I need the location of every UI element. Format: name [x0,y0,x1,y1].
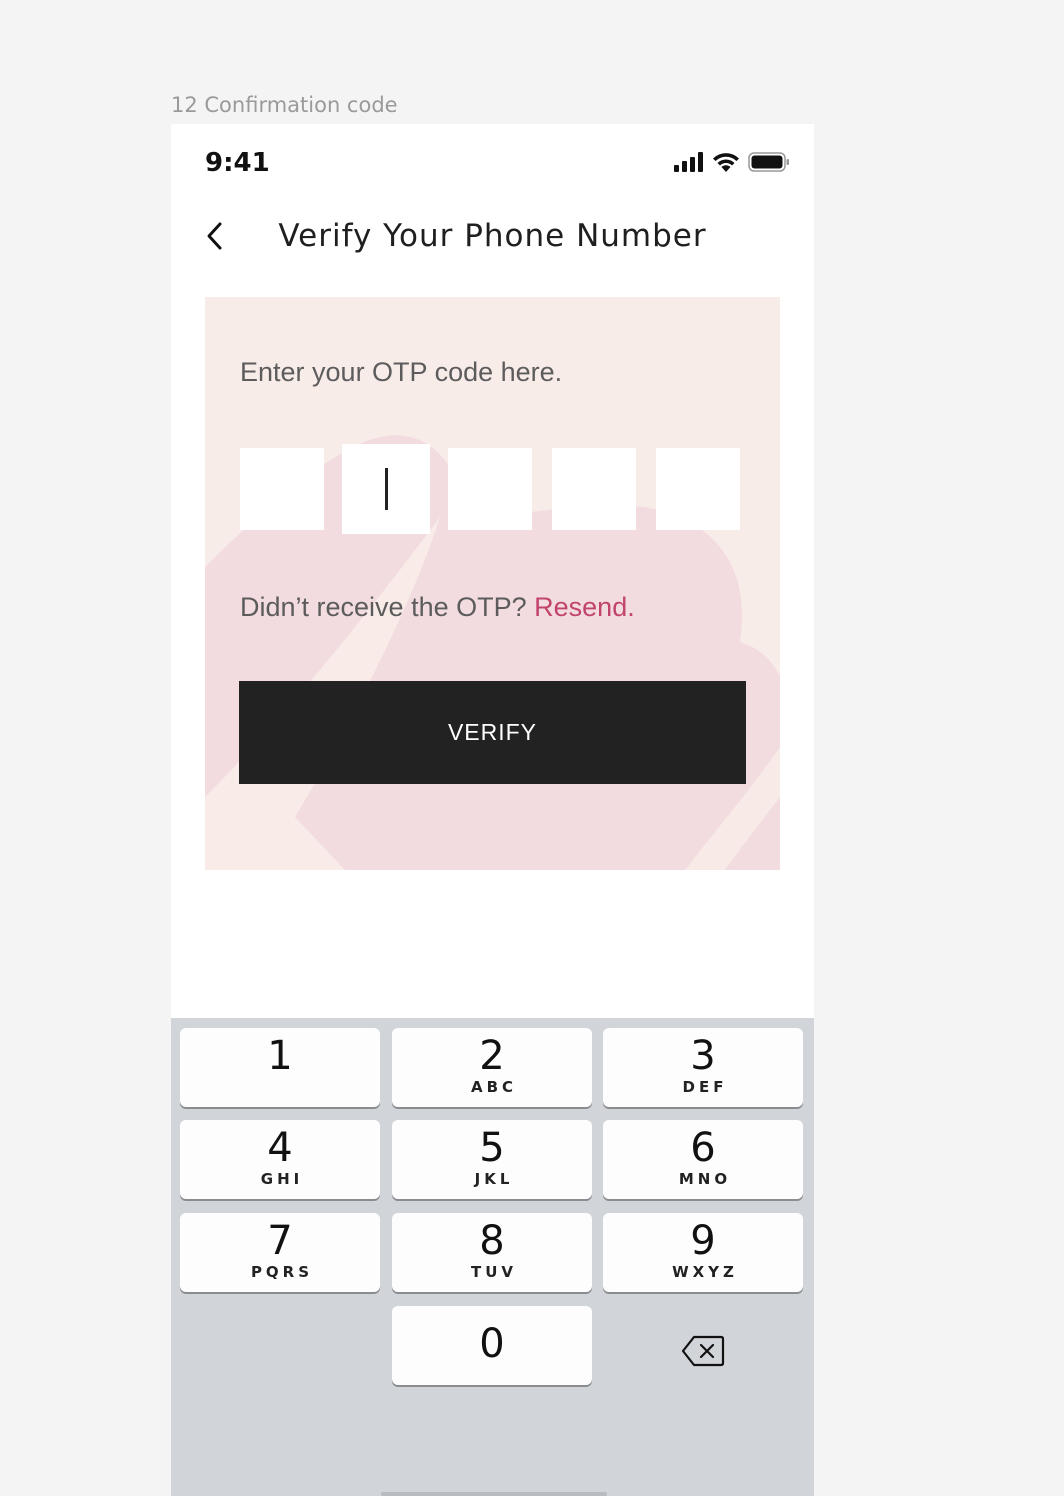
resend-line: Didn’t receive the OTP? Resend. [240,592,635,623]
key-digit: 3 [690,1033,716,1079]
key-0[interactable]: 0 [392,1306,592,1385]
otp-prompt: Enter your OTP code here. [240,357,563,387]
wifi-icon [712,152,740,177]
backspace-icon [681,1335,725,1372]
otp-card: Enter your OTP code here. Didn’t receive… [205,297,780,870]
delete-key[interactable] [603,1314,803,1393]
key-letters: GHI [260,1170,304,1188]
key-digit: 4 [267,1125,293,1171]
key-letters: TUV [470,1263,518,1281]
otp-input-group [240,446,740,532]
otp-digit-4[interactable] [552,448,636,530]
key-letters: JKL [474,1170,514,1188]
key-3[interactable]: 3 DEF [603,1028,803,1107]
otp-digit-1[interactable] [240,448,324,530]
verify-button[interactable]: VERIFY [239,681,746,784]
key-2[interactable]: 2 ABC [392,1028,592,1107]
key-digit: 5 [479,1125,505,1171]
key-1[interactable]: 1 [180,1028,380,1107]
key-letters: WXYZ [672,1263,738,1281]
key-letters: ABC [470,1078,518,1096]
key-digit: 2 [479,1033,505,1079]
key-digit: 1 [267,1033,293,1079]
key-digit: 0 [479,1321,505,1367]
frame-label: 12 Confirmation code [171,93,398,117]
key-5[interactable]: 5 JKL [392,1120,592,1199]
key-7[interactable]: 7 PQRS [180,1213,380,1292]
key-6[interactable]: 6 MNO [603,1120,803,1199]
status-icons [674,152,790,177]
nav-bar: Verify Your Phone Number [171,204,814,274]
key-8[interactable]: 8 TUV [392,1213,592,1292]
cellular-signal-icon [674,152,704,177]
otp-digit-2[interactable] [344,446,428,532]
key-digit: 6 [690,1125,716,1171]
page-title: Verify Your Phone Number [278,218,707,254]
key-digit: 8 [479,1218,505,1264]
status-time: 9:41 [205,148,270,178]
key-letters: PQRS [250,1263,314,1281]
home-indicator [381,1492,607,1496]
key-letters: DEF [682,1078,728,1096]
text-caret [384,468,388,510]
otp-digit-5[interactable] [656,448,740,530]
phone-screen: 9:41 Verify Your Phone Number Enter your… [171,124,814,1496]
status-bar: 9:41 [171,124,814,204]
key-digit: 7 [267,1218,293,1264]
key-9[interactable]: 9 WXYZ [603,1213,803,1292]
resend-link[interactable]: Resend. [534,592,635,622]
battery-icon [748,152,790,177]
key-digit: 9 [690,1218,716,1264]
resend-question: Didn’t receive the OTP? [240,592,527,622]
key-letters: MNO [678,1170,732,1188]
otp-digit-3[interactable] [448,448,532,530]
numeric-keyboard: 1 2 ABC 3 DEF 4 GHI 5 JKL 6 MNO 7 PQRS 8… [171,1018,814,1496]
key-4[interactable]: 4 GHI [180,1120,380,1199]
